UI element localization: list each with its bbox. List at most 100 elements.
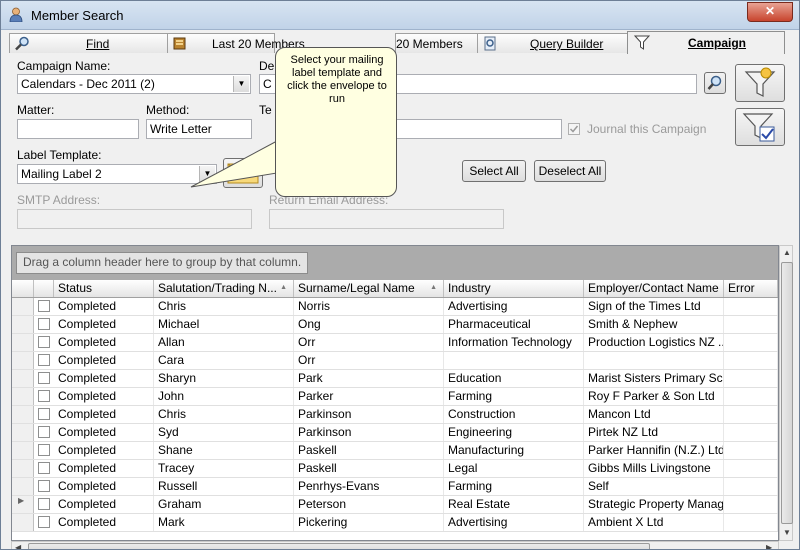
cell-status: Completed xyxy=(54,298,154,315)
cell-salutation: Michael xyxy=(154,316,294,333)
cell-employer: Parker Hannifin (N.Z.) Ltd xyxy=(584,442,724,459)
table-row[interactable]: Completed Shane Paskell Manufacturing Parker… xyxy=(12,442,778,460)
cell-employer: Gibbs Mills Livingstone xyxy=(584,460,724,477)
column-header-surname[interactable]: Surname/Legal Name ▲ xyxy=(294,280,444,297)
column-header-salutation[interactable]: Salutation/Trading N... ▲ xyxy=(154,280,294,297)
table-row[interactable]: Completed Tracey Paskell Legal Gibbs Mills L… xyxy=(12,460,778,478)
cell-error xyxy=(724,316,778,333)
column-header-employer[interactable]: Employer/Contact Name xyxy=(584,280,724,297)
table-row[interactable]: Completed Cara Orr xyxy=(12,352,778,370)
row-selector[interactable] xyxy=(12,370,34,387)
horizontal-scrollbar[interactable]: ◀ ▶ xyxy=(11,541,779,549)
row-selector[interactable] xyxy=(12,442,34,459)
cell-salutation: Shane xyxy=(154,442,294,459)
row-selector[interactable] xyxy=(12,352,34,369)
funnel-icon xyxy=(634,35,650,50)
matter-input[interactable] xyxy=(17,119,139,139)
row-checkbox[interactable] xyxy=(38,408,50,420)
vertical-scrollbar[interactable]: ▲ ▼ xyxy=(779,245,793,541)
cell-industry: Advertising xyxy=(444,298,584,315)
campaign-name-value: Calendars - Dec 2011 (2) xyxy=(21,77,155,91)
group-by-panel[interactable]: Drag a column header here to group by th… xyxy=(12,246,778,280)
chevron-down-icon[interactable]: ▼ xyxy=(233,76,249,92)
row-checkbox[interactable] xyxy=(38,390,50,402)
tab-find[interactable]: Find xyxy=(9,33,169,53)
tab-last-20-members[interactable]: Last 20 Members xyxy=(167,33,305,53)
cell-surname: Paskell xyxy=(294,442,444,459)
cell-status: Completed xyxy=(54,388,154,405)
search-campaign-button[interactable] xyxy=(704,72,726,94)
title-bar[interactable]: Member Search ✕ xyxy=(1,1,799,30)
row-checkbox[interactable] xyxy=(38,516,50,528)
row-selector[interactable] xyxy=(12,460,34,477)
cell-employer: Production Logistics NZ ... xyxy=(584,334,724,351)
table-row[interactable]: Completed Russell Penrhys-Evans Farming Self xyxy=(12,478,778,496)
cell-industry: Engineering xyxy=(444,424,584,441)
row-selector[interactable] xyxy=(12,406,34,423)
row-checkbox[interactable] xyxy=(38,336,50,348)
row-selector[interactable] xyxy=(12,298,34,315)
row-checkbox[interactable] xyxy=(38,426,50,438)
tab-strip: Find Last 20 Members 20 Members Query Bu… xyxy=(7,31,793,54)
table-row[interactable]: Completed Allan Orr Information Technology P… xyxy=(12,334,778,352)
campaign-name-combo[interactable]: Calendars - Dec 2011 (2) ▼ xyxy=(17,74,251,94)
row-selector[interactable] xyxy=(12,514,34,531)
return-email-input[interactable] xyxy=(269,209,504,229)
smtp-input[interactable] xyxy=(17,209,252,229)
row-checkbox[interactable] xyxy=(38,372,50,384)
row-selector[interactable] xyxy=(12,334,34,351)
column-header-industry[interactable]: Industry xyxy=(444,280,584,297)
table-row[interactable]: Completed Mark Pickering Advertising Ambient… xyxy=(12,514,778,532)
table-row[interactable]: Completed Michael Ong Pharmaceutical Smith &… xyxy=(12,316,778,334)
tab-20-members[interactable]: 20 Members xyxy=(395,33,479,53)
select-all-button[interactable]: Select All xyxy=(462,160,526,182)
row-selector[interactable] xyxy=(12,424,34,441)
header-checkbox-col[interactable] xyxy=(34,280,54,297)
table-row[interactable]: Completed Chris Norris Advertising Sign of t… xyxy=(12,298,778,316)
run-campaign-button[interactable] xyxy=(735,108,785,146)
row-checkbox[interactable] xyxy=(38,444,50,456)
row-selector[interactable]: ▶ xyxy=(12,496,34,513)
row-checkbox[interactable] xyxy=(38,300,50,312)
scroll-left-icon[interactable]: ◀ xyxy=(15,543,21,549)
table-row[interactable]: Completed Syd Parkinson Engineering Pirtek N… xyxy=(12,424,778,442)
vertical-scroll-thumb[interactable] xyxy=(781,262,793,524)
new-campaign-button[interactable] xyxy=(735,64,785,102)
scroll-up-icon[interactable]: ▲ xyxy=(783,248,791,257)
tab-20-members-label: 20 Members xyxy=(396,37,463,51)
table-row[interactable]: Completed Sharyn Park Education Marist Siste… xyxy=(12,370,778,388)
table-row[interactable]: Completed John Parker Farming Roy F Parker &… xyxy=(12,388,778,406)
row-selector[interactable] xyxy=(12,316,34,333)
row-checkbox[interactable] xyxy=(38,462,50,474)
cell-salutation: Allan xyxy=(154,334,294,351)
scroll-down-icon[interactable]: ▼ xyxy=(783,528,791,537)
horizontal-scroll-thumb[interactable] xyxy=(28,543,650,549)
cell-surname: Norris xyxy=(294,298,444,315)
cell-industry: Advertising xyxy=(444,514,584,531)
matter-label: Matter: xyxy=(17,103,55,117)
cell-surname: Parker xyxy=(294,388,444,405)
close-button[interactable]: ✕ xyxy=(747,2,793,22)
column-header-status[interactable]: Status xyxy=(54,280,154,297)
column-header-error[interactable]: Error xyxy=(724,280,778,297)
cell-employer: Sign of the Times Ltd xyxy=(584,298,724,315)
tab-find-label: Find xyxy=(86,37,110,51)
tab-campaign-label: Campaign xyxy=(688,36,747,50)
row-checkbox[interactable] xyxy=(38,354,50,366)
cell-status: Completed xyxy=(54,496,154,513)
row-checkbox[interactable] xyxy=(38,498,50,510)
cell-salutation: Russell xyxy=(154,478,294,495)
group-by-hint: Drag a column header here to group by th… xyxy=(16,252,309,274)
journal-checkbox[interactable] xyxy=(568,123,580,135)
tab-campaign[interactable]: Campaign xyxy=(627,31,785,54)
row-selector[interactable] xyxy=(12,388,34,405)
table-row[interactable]: Completed Chris Parkinson Construction Manco… xyxy=(12,406,778,424)
row-selector[interactable] xyxy=(12,478,34,495)
template-input[interactable] xyxy=(391,119,562,139)
table-row[interactable]: ▶ Completed Graham Peterson Real Estate Strat… xyxy=(12,496,778,514)
deselect-all-button[interactable]: Deselect All xyxy=(534,160,606,182)
row-checkbox[interactable] xyxy=(38,318,50,330)
scroll-right-icon[interactable]: ▶ xyxy=(766,543,772,549)
tab-query-builder[interactable]: Query Builder xyxy=(477,33,629,53)
row-checkbox[interactable] xyxy=(38,480,50,492)
